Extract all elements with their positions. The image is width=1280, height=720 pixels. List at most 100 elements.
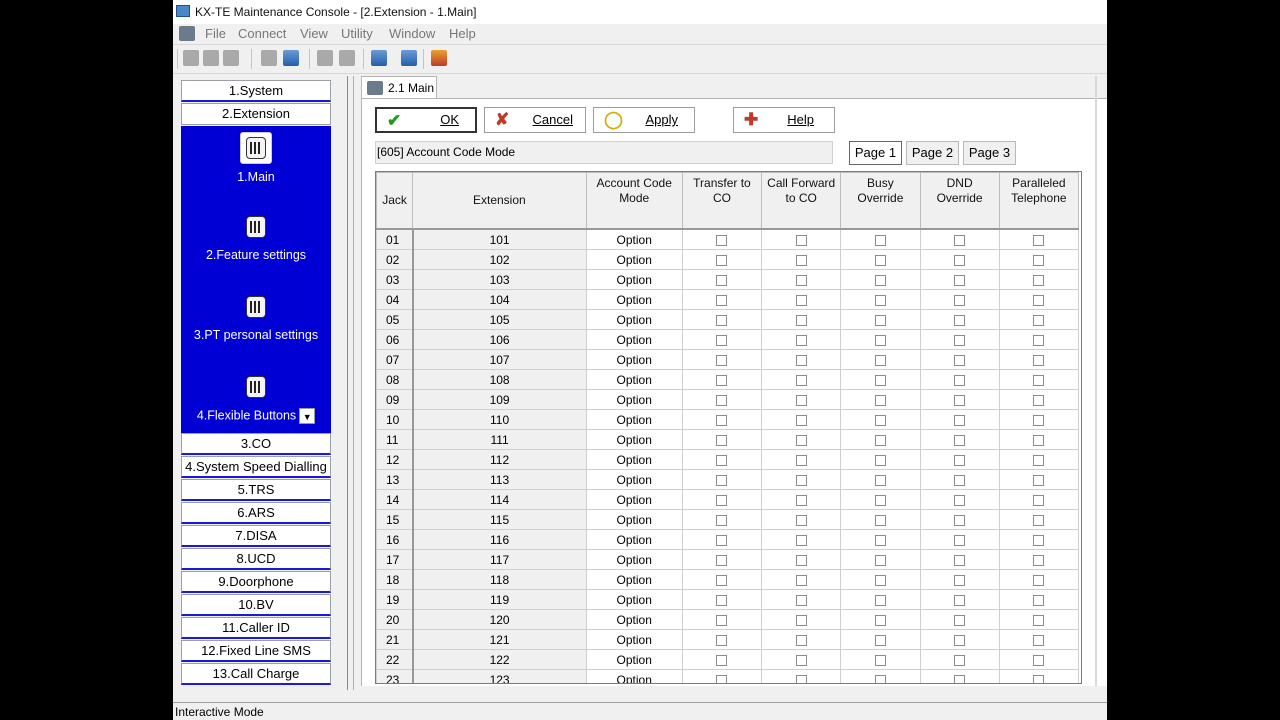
call-forward-to-co-checkbox[interactable] — [795, 434, 807, 446]
paralleled-telephone-checkbox[interactable] — [1033, 414, 1045, 426]
nav-category-caller-id[interactable]: 11.Caller ID — [181, 617, 331, 639]
call-forward-to-co-checkbox[interactable] — [795, 234, 807, 246]
transfer-to-co-checkbox[interactable] — [716, 394, 728, 406]
extension-cell[interactable]: 115 — [412, 509, 587, 530]
extension-cell[interactable]: 101 — [412, 228, 587, 250]
extension-cell[interactable]: 104 — [412, 289, 587, 310]
extension-cell[interactable]: 120 — [412, 609, 587, 630]
account-code-mode-cell[interactable]: Option — [585, 389, 683, 410]
transfer-to-co-checkbox[interactable] — [716, 474, 728, 486]
extension-cell[interactable]: 107 — [412, 349, 587, 370]
transfer-to-co-checkbox[interactable] — [716, 534, 728, 546]
extension-cell[interactable]: 113 — [412, 469, 587, 490]
extension-cell[interactable]: 108 — [412, 369, 587, 390]
dnd-override-checkbox[interactable] — [954, 414, 966, 426]
call-forward-to-co-checkbox[interactable] — [795, 254, 807, 266]
busy-override-checkbox[interactable] — [874, 454, 886, 466]
account-code-mode-cell[interactable]: Option — [585, 309, 683, 330]
busy-override-checkbox[interactable] — [874, 474, 886, 486]
busy-override-checkbox[interactable] — [874, 634, 886, 646]
call-forward-to-co-checkbox[interactable] — [795, 294, 807, 306]
paralleled-telephone-checkbox[interactable] — [1033, 274, 1045, 286]
call-forward-to-co-checkbox[interactable] — [795, 414, 807, 426]
busy-override-checkbox[interactable] — [874, 614, 886, 626]
unit-icon[interactable] — [203, 50, 219, 66]
account-code-mode-cell[interactable]: Option — [585, 249, 683, 270]
account-code-mode-cell[interactable]: Option — [585, 509, 683, 530]
dnd-override-checkbox[interactable] — [954, 574, 966, 586]
dnd-override-checkbox[interactable] — [954, 474, 966, 486]
busy-override-checkbox[interactable] — [874, 674, 886, 683]
extension-cell[interactable]: 109 — [412, 389, 587, 410]
paralleled-telephone-checkbox[interactable] — [1033, 614, 1045, 626]
call-forward-to-co-checkbox[interactable] — [795, 654, 807, 666]
transfer-to-co-checkbox[interactable] — [716, 674, 728, 683]
dnd-override-checkbox[interactable] — [954, 354, 966, 366]
transfer-to-co-checkbox[interactable] — [716, 594, 728, 606]
transfer-to-co-checkbox[interactable] — [716, 654, 728, 666]
nav-category-ucd[interactable]: 8.UCD — [181, 548, 331, 570]
sub-item-pt-personal-settings[interactable]: 3.PT personal settings — [181, 292, 331, 342]
paralleled-telephone-checkbox[interactable] — [1033, 514, 1045, 526]
paralleled-telephone-checkbox[interactable] — [1033, 334, 1045, 346]
nav-category-ars[interactable]: 6.ARS — [181, 502, 331, 524]
nav-category-extension[interactable]: 2.Extension — [181, 103, 331, 125]
call-forward-to-co-checkbox[interactable] — [795, 474, 807, 486]
call-forward-to-co-checkbox[interactable] — [795, 454, 807, 466]
account-code-mode-cell[interactable]: Option — [585, 569, 683, 590]
paralleled-telephone-checkbox[interactable] — [1033, 674, 1045, 683]
nav-category-call-charge[interactable]: 13.Call Charge — [181, 663, 331, 685]
account-code-mode-cell[interactable]: Option — [585, 409, 683, 430]
extension-cell[interactable]: 116 — [412, 529, 587, 550]
transfer-to-co-checkbox[interactable] — [716, 454, 728, 466]
apply-button[interactable]: ◯ Apply — [593, 107, 695, 133]
busy-override-checkbox[interactable] — [874, 294, 886, 306]
menu-help[interactable]: Help — [449, 26, 476, 41]
call-forward-to-co-checkbox[interactable] — [795, 594, 807, 606]
busy-override-checkbox[interactable] — [874, 414, 886, 426]
paralleled-telephone-checkbox[interactable] — [1033, 294, 1045, 306]
mdi-window-icon[interactable] — [179, 26, 195, 41]
paralleled-telephone-checkbox[interactable] — [1033, 254, 1045, 266]
menu-connect[interactable]: Connect — [238, 26, 286, 41]
paralleled-telephone-checkbox[interactable] — [1033, 534, 1045, 546]
paralleled-telephone-checkbox[interactable] — [1033, 394, 1045, 406]
paralleled-telephone-checkbox[interactable] — [1033, 494, 1045, 506]
tab-main[interactable]: 2.1 Main — [361, 76, 437, 98]
account-code-mode-cell[interactable]: Option — [585, 489, 683, 510]
menu-utility[interactable]: Utility — [341, 26, 373, 41]
busy-override-checkbox[interactable] — [874, 574, 886, 586]
dnd-override-checkbox[interactable] — [954, 454, 966, 466]
busy-override-checkbox[interactable] — [874, 234, 886, 246]
transfer-to-co-checkbox[interactable] — [716, 314, 728, 326]
transfer-to-co-checkbox[interactable] — [716, 374, 728, 386]
call-forward-to-co-checkbox[interactable] — [795, 274, 807, 286]
help-icon[interactable] — [431, 50, 447, 66]
account-code-mode-cell[interactable]: Option — [585, 649, 683, 670]
dnd-override-checkbox[interactable] — [954, 494, 966, 506]
cancel-button[interactable]: ✘ Cancel — [484, 107, 586, 133]
ok-button[interactable]: ✔ OK — [375, 107, 477, 133]
account-code-mode-cell[interactable]: Option — [585, 609, 683, 630]
transfer-to-co-checkbox[interactable] — [716, 234, 728, 246]
nav-category-bv[interactable]: 10.BV — [181, 594, 331, 616]
transfer-to-co-checkbox[interactable] — [716, 574, 728, 586]
account-code-mode-cell[interactable]: Option — [585, 549, 683, 570]
dnd-override-checkbox[interactable] — [954, 234, 966, 246]
account-code-mode-cell[interactable]: Option — [585, 269, 683, 290]
extension-cell[interactable]: 103 — [412, 269, 587, 290]
call-forward-to-co-checkbox[interactable] — [795, 374, 807, 386]
account-code-mode-cell[interactable]: Option — [585, 589, 683, 610]
dnd-override-checkbox[interactable] — [954, 334, 966, 346]
account-code-mode-cell[interactable]: Option — [585, 469, 683, 490]
extension-cell[interactable]: 117 — [412, 549, 587, 570]
nav-category-system[interactable]: 1.System — [181, 80, 331, 102]
upload-icon[interactable] — [283, 50, 299, 66]
dnd-override-checkbox[interactable] — [954, 394, 966, 406]
extension-cell[interactable]: 111 — [412, 429, 587, 450]
sub-item-main[interactable]: 1.Main — [181, 132, 331, 184]
dnd-override-checkbox[interactable] — [954, 654, 966, 666]
download-icon[interactable] — [261, 50, 277, 66]
dnd-override-checkbox[interactable] — [954, 634, 966, 646]
busy-override-checkbox[interactable] — [874, 374, 886, 386]
